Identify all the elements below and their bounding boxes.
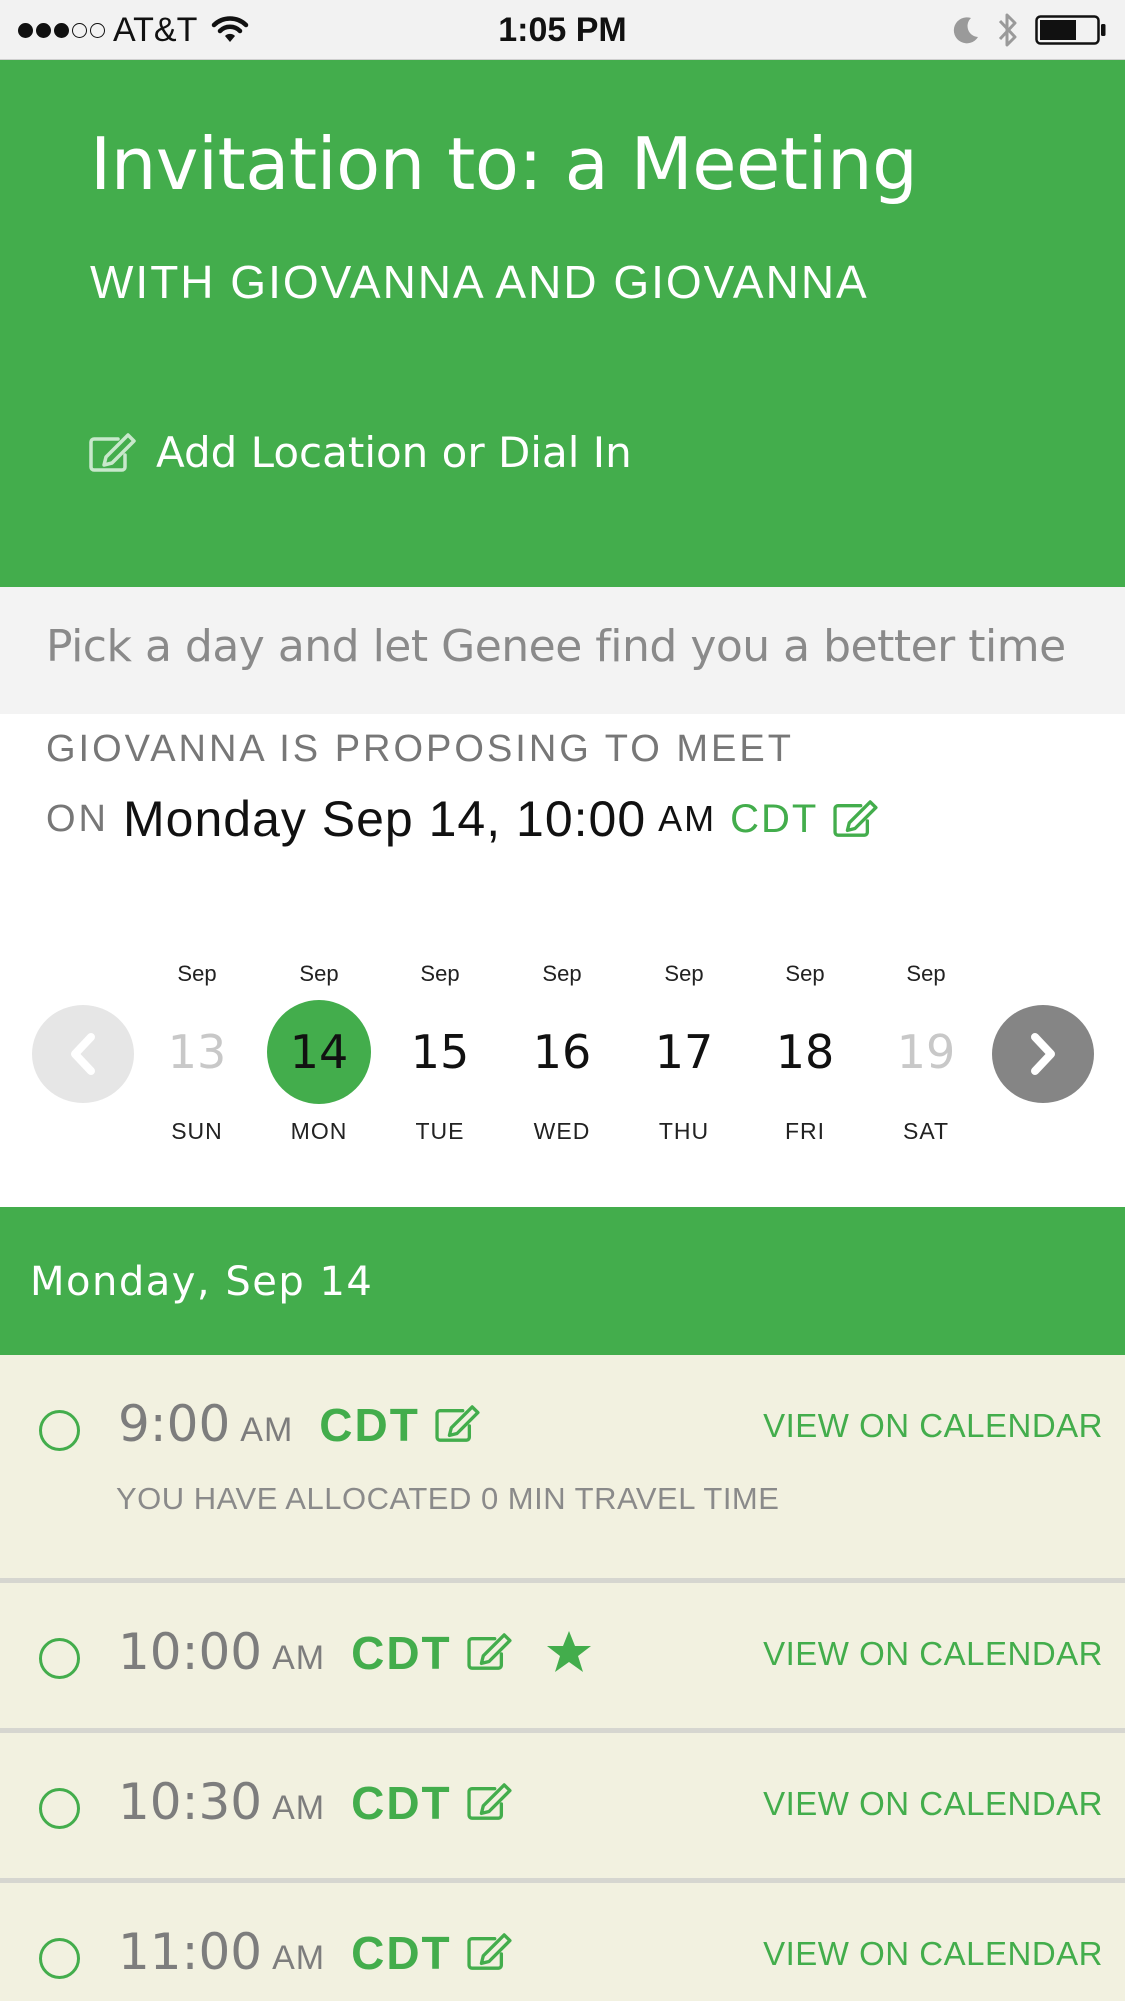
slot-ampm: AM bbox=[272, 1939, 326, 1977]
day-section-header: Monday, Sep 14 bbox=[0, 1207, 1125, 1355]
day-month: Sep bbox=[177, 961, 217, 986]
day-number: 19 bbox=[896, 1025, 956, 1079]
slot-radio[interactable] bbox=[39, 1788, 80, 1829]
day-number: 17 bbox=[654, 1025, 714, 1079]
day-weekday: SUN bbox=[171, 1118, 223, 1144]
moon-icon bbox=[953, 17, 978, 44]
slot-timezone[interactable]: CDT bbox=[351, 1626, 452, 1680]
day-weekday: WED bbox=[533, 1118, 591, 1144]
day-number: 16 bbox=[532, 1025, 592, 1079]
view-on-calendar-link[interactable]: VIEW ON CALENDAR bbox=[763, 1935, 1103, 1973]
proposal-ampm: AM bbox=[658, 798, 717, 839]
invitation-title: Invitation to: a Meeting bbox=[90, 122, 918, 206]
invitation-subtitle: WITH GIOVANNA AND GIOVANNA bbox=[90, 256, 869, 308]
travel-time-note: YOU HAVE ALLOCATED 0 MIN TRAVEL TIME bbox=[116, 1481, 780, 1516]
time-slot[interactable]: 11:00 AM CDT VIEW ON CALENDAR bbox=[0, 1883, 1125, 2001]
day-wed-16[interactable]: Sep 16 WED bbox=[510, 958, 614, 1145]
day-weekday: MON bbox=[290, 1118, 348, 1144]
slot-ampm: AM bbox=[240, 1411, 294, 1449]
slot-time: 10:00 bbox=[118, 1623, 263, 1681]
day-sat-19: Sep 19 SAT bbox=[874, 958, 978, 1145]
day-month: Sep bbox=[906, 961, 946, 986]
chevron-right-icon bbox=[1031, 1033, 1055, 1075]
proposal-on: ON bbox=[46, 797, 109, 840]
day-weekday: FRI bbox=[784, 1118, 826, 1144]
hint-text: Pick a day and let Genee find you a bett… bbox=[46, 621, 1066, 672]
view-on-calendar-link[interactable]: VIEW ON CALENDAR bbox=[763, 1407, 1103, 1445]
previous-week-button[interactable] bbox=[32, 1005, 134, 1103]
slot-ampm: AM bbox=[272, 1789, 326, 1827]
day-weekday: TUE bbox=[415, 1118, 465, 1144]
edit-icon[interactable] bbox=[466, 1783, 512, 1821]
day-sun-13: Sep 13 SUN bbox=[145, 958, 249, 1145]
day-month: Sep bbox=[542, 961, 582, 986]
proposal-date-time: Monday Sep 14, 10:00 bbox=[123, 791, 647, 847]
status-right bbox=[951, 8, 1107, 52]
hint-banner: Pick a day and let Genee find you a bett… bbox=[0, 587, 1125, 714]
time-slot[interactable]: 9:00 AM CDT VIEW ON CALENDAR YOU HAVE AL… bbox=[0, 1355, 1125, 1583]
invitation-header: Invitation to: a Meeting WITH GIOVANNA A… bbox=[0, 60, 1125, 587]
time-slot[interactable]: 10:00 AM CDT VIEW ON CALENDAR bbox=[0, 1583, 1125, 1733]
chevron-left-icon bbox=[71, 1033, 95, 1075]
proposal-heading: GIOVANNA IS PROPOSING TO MEET bbox=[46, 728, 794, 770]
day-month: Sep bbox=[785, 961, 825, 986]
day-month: Sep bbox=[664, 961, 704, 986]
slot-timezone[interactable]: CDT bbox=[351, 1926, 452, 1980]
day-mon-14[interactable]: Sep 14 MON bbox=[267, 958, 371, 1145]
edit-icon[interactable] bbox=[434, 1405, 480, 1443]
day-weekday: SAT bbox=[902, 1118, 950, 1144]
edit-icon[interactable] bbox=[466, 1933, 512, 1971]
bluetooth-icon bbox=[998, 13, 1017, 47]
slot-time: 11:00 bbox=[118, 1923, 263, 1981]
slot-time: 10:30 bbox=[118, 1773, 263, 1831]
add-location-button[interactable]: Add Location or Dial In bbox=[88, 428, 632, 477]
slot-time-row: 11:00 AM CDT bbox=[118, 1923, 512, 1981]
proposal-datetime-row: ON Monday Sep 14, 10:00 AM CDT bbox=[46, 790, 878, 848]
proposal-timezone[interactable]: CDT bbox=[730, 797, 818, 842]
slot-time-row: 10:00 AM CDT bbox=[118, 1623, 592, 1681]
view-on-calendar-link[interactable]: VIEW ON CALENDAR bbox=[763, 1635, 1103, 1673]
day-number: 13 bbox=[167, 1025, 227, 1079]
battery-icon bbox=[1035, 15, 1106, 45]
edit-icon bbox=[89, 432, 136, 472]
day-number: 18 bbox=[775, 1025, 835, 1079]
day-section-title: Monday, Sep 14 bbox=[30, 1259, 374, 1305]
add-location-label: Add Location or Dial In bbox=[156, 428, 632, 477]
day-tue-15[interactable]: Sep 15 TUE bbox=[388, 958, 492, 1145]
time-slot[interactable]: 10:30 AM CDT VIEW ON CALENDAR bbox=[0, 1733, 1125, 1883]
status-bar: AT&T 1:05 PM bbox=[0, 0, 1125, 60]
day-month: Sep bbox=[299, 961, 339, 986]
day-number: 14 bbox=[289, 1025, 349, 1079]
day-month: Sep bbox=[420, 961, 460, 986]
star-icon bbox=[546, 1631, 591, 1672]
slot-radio[interactable] bbox=[39, 1638, 80, 1679]
slot-radio[interactable] bbox=[39, 1410, 80, 1451]
slot-time-row: 10:30 AM CDT bbox=[118, 1773, 512, 1831]
slot-radio[interactable] bbox=[39, 1938, 80, 1979]
slot-timezone[interactable]: CDT bbox=[351, 1776, 452, 1830]
edit-timezone-icon[interactable] bbox=[832, 800, 878, 838]
next-week-button[interactable] bbox=[992, 1005, 1094, 1103]
edit-icon[interactable] bbox=[466, 1633, 512, 1671]
day-fri-18[interactable]: Sep 18 FRI bbox=[753, 958, 857, 1145]
day-weekday: THU bbox=[658, 1118, 710, 1144]
slot-time-row: 9:00 AM CDT bbox=[118, 1395, 480, 1453]
slot-time: 9:00 bbox=[118, 1395, 231, 1453]
day-thu-17[interactable]: Sep 17 THU bbox=[632, 958, 736, 1145]
day-number: 15 bbox=[410, 1025, 470, 1079]
slot-ampm: AM bbox=[272, 1639, 326, 1677]
view-on-calendar-link[interactable]: VIEW ON CALENDAR bbox=[763, 1785, 1103, 1823]
slot-timezone[interactable]: CDT bbox=[319, 1398, 420, 1452]
